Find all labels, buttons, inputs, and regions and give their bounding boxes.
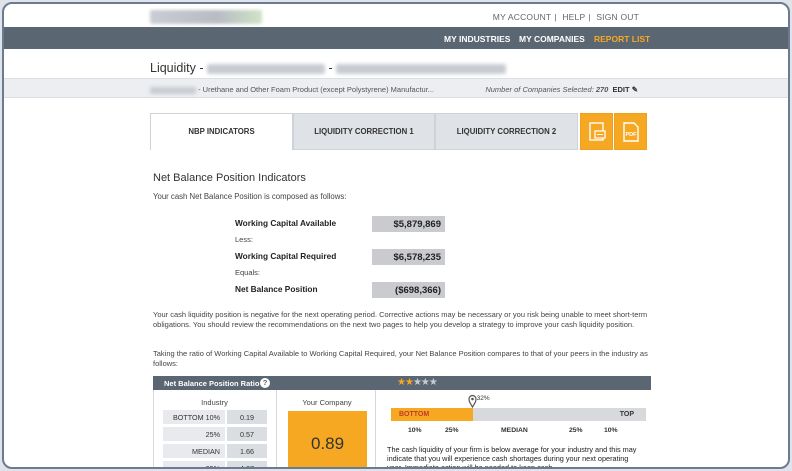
section-title: Net Balance Position Indicators [153,172,306,184]
industry-label: Industry [201,398,228,407]
logo [150,10,262,24]
report-tabs: NBP INDICATORS LIQUIDITY CORRECTION 1 LI… [150,113,650,150]
working-capital-required-label: Working Capital Required [235,251,337,261]
industry-row: BOTTOM 10% 0.19 [163,410,268,426]
svg-text:PDF: PDF [626,132,638,138]
tab-nbp-indicators[interactable]: NBP INDICATORS [150,113,293,150]
page-title: Liquidity - - [150,61,507,75]
percentile-scale: 32% BOTTOM TOP 10% 25% MEDIAN 25% 10% Th… [376,390,651,469]
net-balance-position-value: ($698,366) [372,282,445,298]
nav-my-industries[interactable]: MY INDUSTRIES [444,34,510,44]
liquidity-warning-paragraph: Your cash liquidity position is negative… [153,310,648,329]
report-card-button[interactable] [580,113,613,150]
main-nav: MY INDUSTRIES MY COMPANIES REPORT LIST [4,27,788,49]
star-icon: ★ [412,377,422,388]
equals-note: Equals: [235,268,261,277]
edit-link[interactable]: EDIT ✎ [613,85,638,94]
working-capital-available-value: $5,879,869 [372,216,445,232]
tick-label: 25% [445,427,459,434]
page-title-separator: - [328,61,333,75]
my-account-link[interactable]: MY ACCOUNT [493,12,552,22]
companies-selected: Number of Companies Selected: 270 EDIT ✎ [485,85,638,94]
filter-bar: - Urethane and Other Foam Product (excep… [4,78,788,98]
working-capital-required-value: $6,578,235 [372,249,445,265]
page-title-prefix: Liquidity - [150,61,204,75]
industry-row-label: 25% [163,427,225,441]
section-subtitle: Your cash Net Balance Position is compos… [153,192,347,201]
nav-report-list[interactable]: REPORT LIST [594,34,650,44]
industry-filter: - Urethane and Other Foam Product (excep… [150,85,434,94]
star-icon: ★ [420,377,430,388]
company-panel: Your Company 0.89 [276,390,376,467]
account-links: MY ACCOUNT | HELP | SIGN OUT [492,12,639,22]
industry-row-value: 4.87 [227,461,267,467]
redacted-report-name [336,63,507,74]
tab-liquidity-correction-1[interactable]: LIQUIDITY CORRECTION 1 [293,113,435,150]
ratio-description: The cash liquidity of your firm is below… [387,445,637,469]
working-capital-available-label: Working Capital Available [235,218,337,228]
redacted-company-name [206,63,325,74]
ratio-intro-paragraph: Taking the ratio of Working Capital Avai… [153,349,648,368]
industry-row-label: BOTTOM 10% [163,410,225,424]
industry-row-label: MEDIAN [163,444,225,458]
industry-row: MEDIAN 1.66 [163,444,268,460]
companies-selected-count: 270 [595,85,609,94]
industry-panel: Industry BOTTOM 10% 0.19 25% 0.57 MEDIAN… [153,390,274,467]
top-bar: MY ACCOUNT | HELP | SIGN OUT [4,4,788,27]
ratio-title: Net Balance Position Ratio [164,379,260,388]
ratio-header: Net Balance Position Ratio ? ★★★★★ [153,376,651,390]
help-icon[interactable]: ? [260,378,270,388]
app-window: MY ACCOUNT | HELP | SIGN OUT MY INDUSTRIES… [2,2,790,469]
star-icon: ★ [397,377,406,388]
industry-row-value: 1.66 [227,444,267,458]
industry-row: 25% 4.87 [163,461,268,467]
redacted-industry-code [150,86,196,94]
company-label: Your Company [302,398,352,407]
bottom-label: BOTTOM [399,411,430,418]
nav-my-companies[interactable]: MY COMPANIES [519,34,585,44]
industry-row: 25% 0.57 [163,427,268,443]
percentile-bar: BOTTOM TOP [391,408,646,421]
tick-label: 10% [408,427,422,434]
industry-name: - Urethane and Other Foam Product (excep… [198,85,435,94]
tab-liquidity-correction-2[interactable]: LIQUIDITY CORRECTION 2 [435,113,578,150]
less-note: Less: [235,235,253,244]
industry-row-label: 25% [163,461,225,467]
pdf-button[interactable]: PDF [614,113,647,150]
company-ratio-value: 0.89 [288,411,367,467]
top-label: TOP [619,411,634,418]
industry-row-value: 0.19 [227,410,267,424]
tick-label: 25% [569,427,583,434]
pdf-icon: PDF [623,122,639,142]
percentile-label: 32% [476,395,490,402]
sign-out-link[interactable]: SIGN OUT [596,12,639,22]
industry-row-value: 0.57 [227,427,267,441]
tick-label: MEDIAN [501,427,528,434]
report-card-icon [589,122,606,141]
companies-selected-label: Number of Companies Selected: [485,85,594,94]
pencil-icon: ✎ [631,85,638,94]
star-icon: ★ [404,377,414,388]
star-icon: ★ [428,377,438,388]
percentile-ticks: 10% 25% MEDIAN 25% 10% [391,427,646,437]
tick-label: 10% [604,427,618,434]
help-link[interactable]: HELP [562,12,585,22]
edit-label: EDIT [612,85,630,94]
star-rating: ★★★★★ [397,377,438,388]
net-balance-position-label: Net Balance Position [235,284,318,294]
